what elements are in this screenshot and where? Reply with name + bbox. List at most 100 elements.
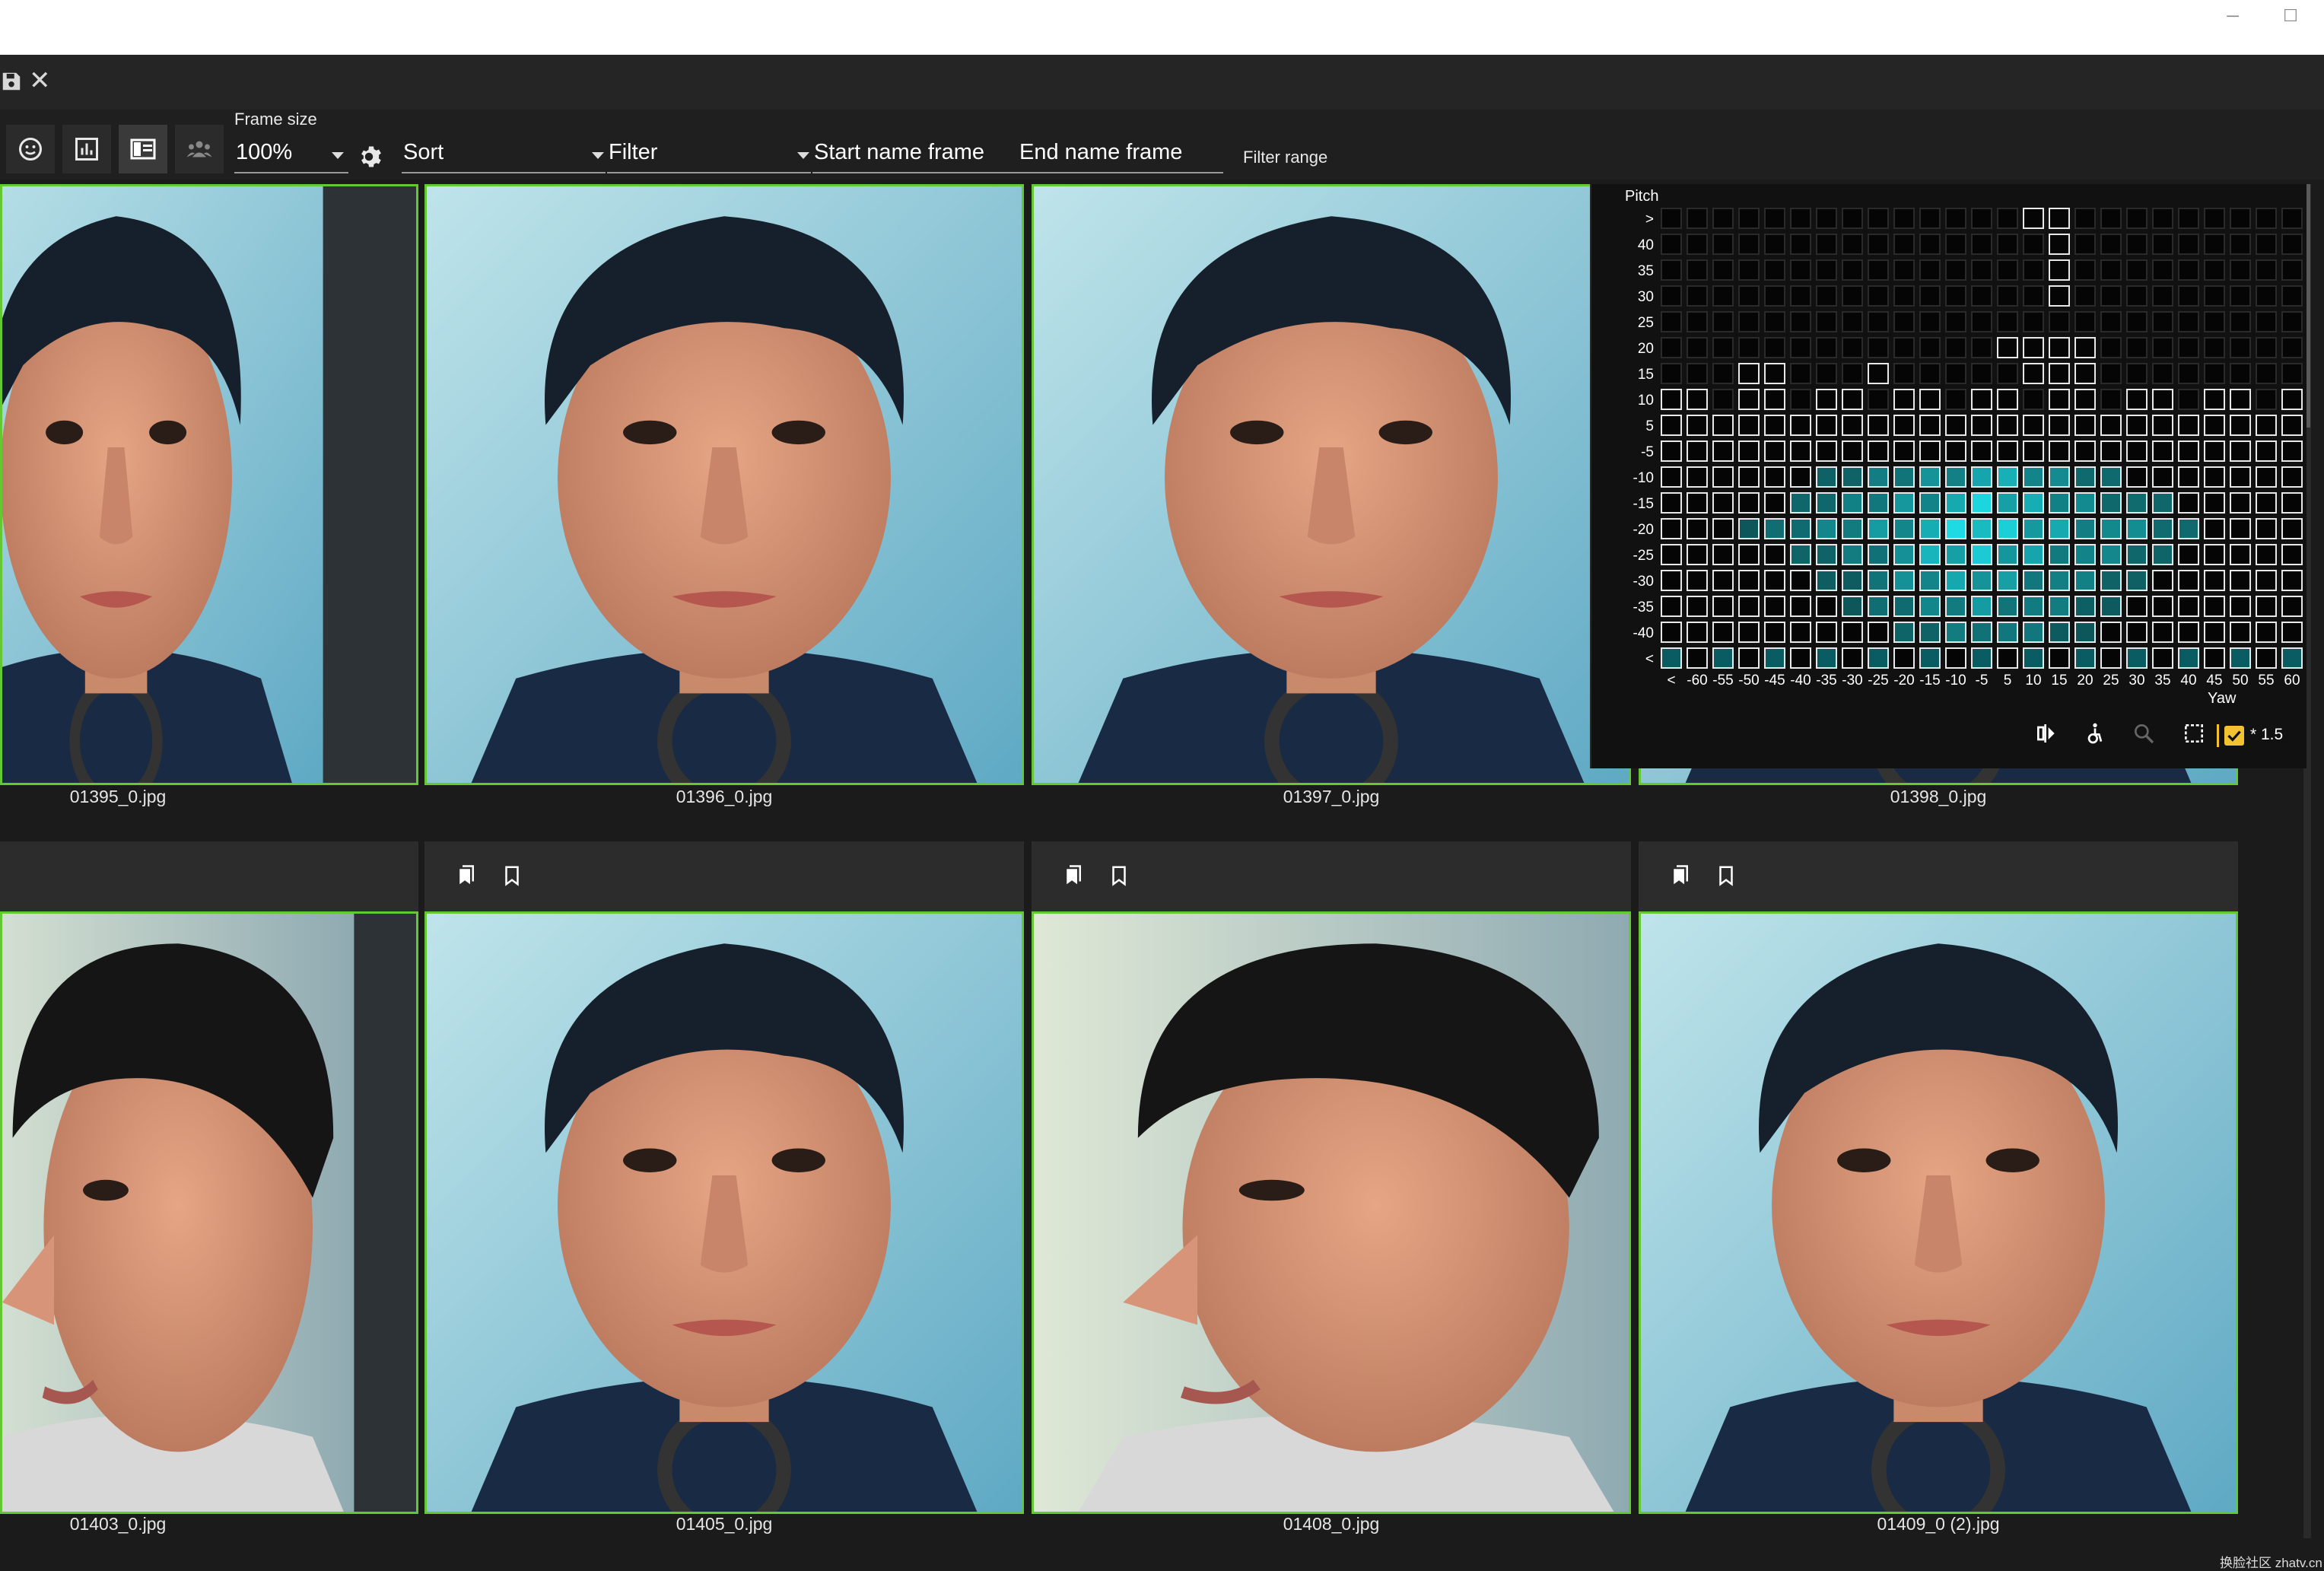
histogram-cell[interactable] <box>1868 570 1889 591</box>
histogram-cell[interactable] <box>2049 544 2070 565</box>
histogram-cell[interactable] <box>2281 208 2303 229</box>
histogram-cell[interactable] <box>1997 337 2018 358</box>
histogram-cell[interactable] <box>1790 363 1811 384</box>
histogram-cell[interactable] <box>1738 389 1760 410</box>
histogram-cell[interactable] <box>2023 622 2044 643</box>
histogram-cell[interactable] <box>1712 596 1734 617</box>
mirror-icon[interactable] <box>2031 718 2062 749</box>
histogram-cell[interactable] <box>1661 389 1682 410</box>
histogram-cell[interactable] <box>1816 647 1837 669</box>
histogram-cell[interactable] <box>1971 466 1992 488</box>
histogram-cell[interactable] <box>1919 596 1941 617</box>
histogram-cell[interactable] <box>2281 363 2303 384</box>
histogram-cell[interactable] <box>1764 647 1785 669</box>
histogram-cell[interactable] <box>1712 337 1734 358</box>
histogram-cell[interactable] <box>2049 622 2070 643</box>
histogram-cell[interactable] <box>1764 337 1785 358</box>
histogram-cell[interactable] <box>1842 440 1863 462</box>
histogram-cell[interactable] <box>2126 518 2148 539</box>
histogram-cell[interactable] <box>1738 622 1760 643</box>
histogram-cell[interactable] <box>1971 544 1992 565</box>
histogram-cell[interactable] <box>2074 492 2096 514</box>
histogram-cell[interactable] <box>2256 518 2277 539</box>
histogram-cell[interactable] <box>1842 208 1863 229</box>
histogram-cell[interactable] <box>2126 389 2148 410</box>
histogram-cell[interactable] <box>2126 622 2148 643</box>
histogram-cell[interactable] <box>2230 311 2251 332</box>
histogram-cell[interactable] <box>2256 337 2277 358</box>
histogram-cell[interactable] <box>1816 285 1837 307</box>
histogram-cell[interactable] <box>2023 518 2044 539</box>
histogram-cell[interactable] <box>1893 596 1915 617</box>
histogram-cell[interactable] <box>2281 544 2303 565</box>
histogram-cell[interactable] <box>1919 259 1941 281</box>
histogram-cell[interactable] <box>2074 337 2096 358</box>
histogram-cell[interactable] <box>1712 466 1734 488</box>
histogram-cell[interactable] <box>2100 285 2122 307</box>
histogram-cell[interactable] <box>1842 259 1863 281</box>
histogram-cell[interactable] <box>2230 337 2251 358</box>
histogram-cell[interactable] <box>1661 544 1682 565</box>
histogram-cell[interactable] <box>1816 622 1837 643</box>
histogram-cell[interactable] <box>1997 259 2018 281</box>
histogram-cell[interactable] <box>1919 208 1941 229</box>
bookmark-icon[interactable] <box>501 864 523 887</box>
histogram-cell[interactable] <box>1738 285 1760 307</box>
histogram-cell[interactable] <box>2152 440 2173 462</box>
histogram-grid[interactable]: Pitch Yaw >40 35 30 25 20 15 10 5 -5 -10 -15 -20 -25… <box>1591 184 2307 768</box>
histogram-cell[interactable] <box>2281 389 2303 410</box>
histogram-cell[interactable] <box>1738 596 1760 617</box>
histogram-cell[interactable] <box>2023 259 2044 281</box>
histogram-cell[interactable] <box>1842 389 1863 410</box>
histogram-cell[interactable] <box>1919 440 1941 462</box>
histogram-cell[interactable] <box>2178 234 2199 255</box>
histogram-cell[interactable] <box>1997 415 2018 436</box>
histogram-cell[interactable] <box>1661 492 1682 514</box>
histogram-cell[interactable] <box>1997 440 2018 462</box>
histogram-cell[interactable] <box>2204 234 2225 255</box>
histogram-cell[interactable] <box>1764 518 1785 539</box>
histogram-cell[interactable] <box>2256 363 2277 384</box>
histogram-cell[interactable] <box>2204 415 2225 436</box>
histogram-cell[interactable] <box>1842 518 1863 539</box>
histogram-cell[interactable] <box>1893 389 1915 410</box>
histogram-cell[interactable] <box>1997 285 2018 307</box>
histogram-cell[interactable] <box>2204 622 2225 643</box>
histogram-cell[interactable] <box>1893 259 1915 281</box>
histogram-cell[interactable] <box>1868 311 1889 332</box>
save-icon[interactable] <box>0 70 23 93</box>
histogram-cell[interactable] <box>1764 415 1785 436</box>
histogram-cell[interactable] <box>1738 234 1760 255</box>
histogram-cell[interactable] <box>2230 544 2251 565</box>
histogram-cell[interactable] <box>1893 234 1915 255</box>
histogram-cell[interactable] <box>1945 285 1966 307</box>
histogram-cell[interactable] <box>1764 440 1785 462</box>
histogram-cell[interactable] <box>1738 259 1760 281</box>
histogram-cell[interactable] <box>2023 363 2044 384</box>
thumbnail-01395[interactable] <box>0 184 418 785</box>
histogram-cell[interactable] <box>1868 285 1889 307</box>
histogram-cell[interactable] <box>2230 647 2251 669</box>
histogram-cell[interactable] <box>2230 234 2251 255</box>
histogram-cell[interactable] <box>2049 492 2070 514</box>
histogram-cell[interactable] <box>1945 363 1966 384</box>
histogram-cell[interactable] <box>2023 440 2044 462</box>
histogram-cell[interactable] <box>2049 337 2070 358</box>
histogram-cell[interactable] <box>2178 311 2199 332</box>
histogram-cell[interactable] <box>1997 570 2018 591</box>
histogram-cell[interactable] <box>1661 285 1682 307</box>
histogram-cell[interactable] <box>1687 647 1708 669</box>
histogram-cell[interactable] <box>2204 208 2225 229</box>
histogram-cell[interactable] <box>1687 596 1708 617</box>
histogram-cell[interactable] <box>1790 570 1811 591</box>
histogram-cell[interactable] <box>1893 363 1915 384</box>
histogram-cell[interactable] <box>2204 259 2225 281</box>
histogram-cell[interactable] <box>2049 570 2070 591</box>
histogram-cell[interactable] <box>1712 259 1734 281</box>
histogram-cell[interactable] <box>2178 285 2199 307</box>
histogram-cell[interactable] <box>1764 596 1785 617</box>
histogram-cell[interactable] <box>2100 466 2122 488</box>
histogram-cell[interactable] <box>1868 647 1889 669</box>
histogram-cell[interactable] <box>2178 544 2199 565</box>
histogram-cell[interactable] <box>1687 389 1708 410</box>
